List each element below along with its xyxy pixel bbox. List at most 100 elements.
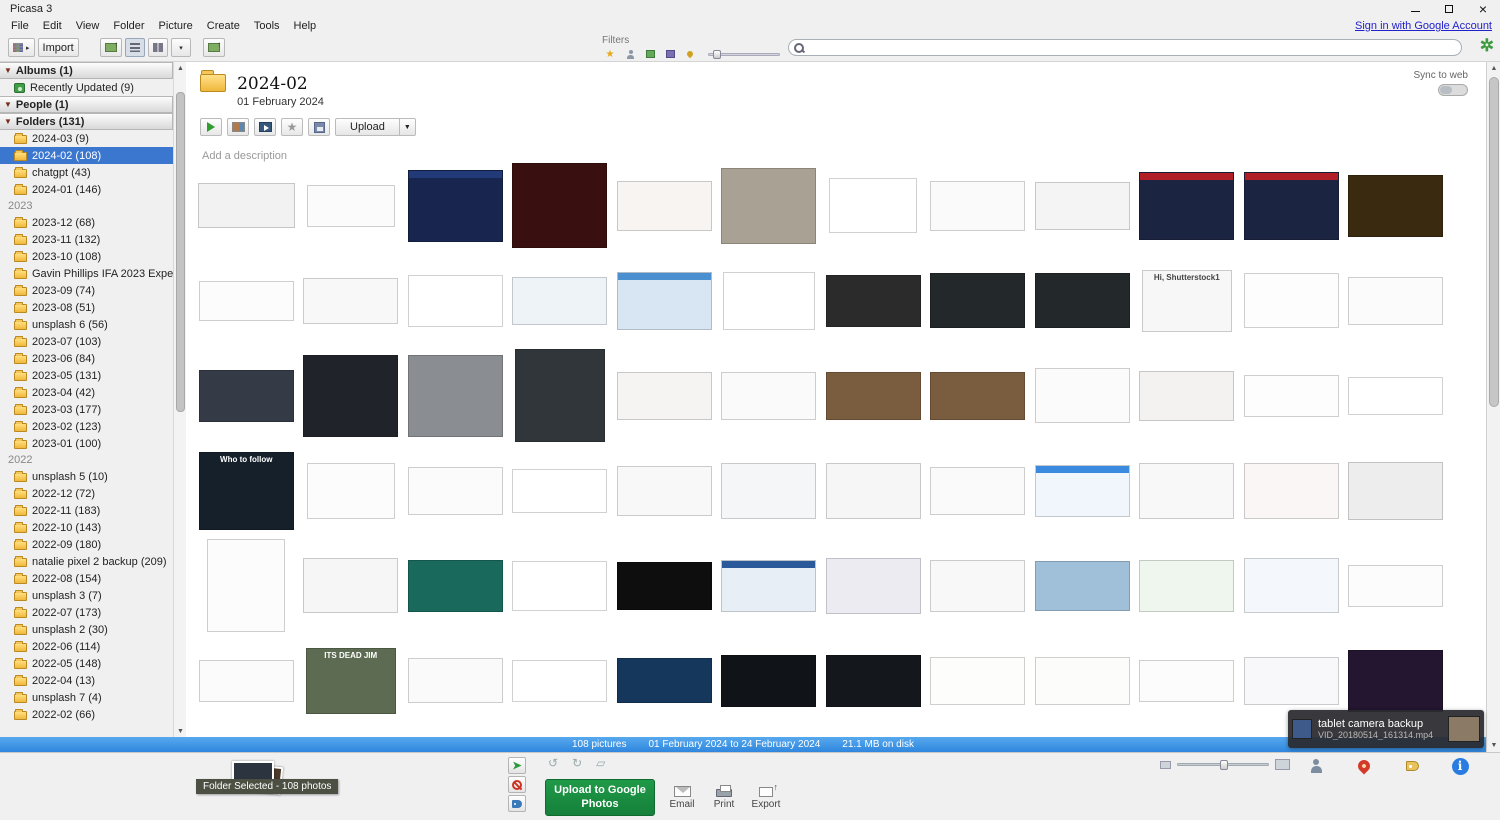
date-range-slider[interactable] — [708, 53, 780, 56]
sidebar-folder-item[interactable]: 2023-03 (177) — [0, 401, 173, 418]
menu-item-tools[interactable]: Tools — [247, 20, 287, 32]
slider-knob[interactable] — [713, 50, 721, 59]
photo-thumbnail[interactable] — [829, 178, 917, 233]
photo-thumbnail[interactable] — [1348, 462, 1443, 520]
photo-thumbnail[interactable] — [199, 281, 294, 321]
photo-thumbnail[interactable] — [512, 561, 607, 611]
sidebar-folder-item[interactable]: 2024-03 (9) — [0, 130, 173, 147]
albums-section-header[interactable]: ▼ Albums (1) — [0, 62, 173, 79]
sidebar-folder-item[interactable]: 2024-02 (108) — [0, 147, 173, 164]
scroll-down-icon[interactable]: ▼ — [1488, 739, 1500, 752]
sidebar-folder-item[interactable]: 2023-11 (132) — [0, 231, 173, 248]
main-scrollbar[interactable]: ▲ ▼ — [1486, 62, 1500, 752]
videos-filter-button[interactable] — [662, 47, 678, 61]
photo-thumbnail[interactable] — [303, 558, 398, 613]
places-panel-button[interactable] — [1353, 755, 1375, 777]
photo-thumbnail[interactable] — [512, 469, 607, 513]
photo-thumbnail[interactable] — [930, 657, 1025, 705]
photo-thumbnail[interactable] — [1035, 657, 1130, 705]
photo-thumbnail[interactable] — [198, 183, 295, 228]
photo-thumbnail[interactable] — [1244, 172, 1339, 240]
photo-thumbnail[interactable] — [1244, 375, 1339, 417]
sidebar-folder-item[interactable]: 2022-04 (13) — [0, 672, 173, 689]
photo-thumbnail[interactable] — [515, 349, 605, 442]
export-button[interactable]: Export — [744, 781, 788, 810]
starred-filter-button[interactable]: ★ — [602, 47, 618, 61]
photo-thumbnail[interactable] — [408, 355, 503, 437]
sidebar-folder-item[interactable]: 2022-08 (154) — [0, 570, 173, 587]
photo-thumbnail[interactable] — [930, 181, 1025, 231]
sidebar-folder-item[interactable]: chatgpt (43) — [0, 164, 173, 181]
photo-thumbnail[interactable] — [826, 463, 921, 519]
photo-thumbnail[interactable] — [930, 560, 1025, 612]
photo-thumbnail[interactable] — [408, 658, 503, 703]
view-options-dropdown[interactable]: ▾ — [171, 38, 191, 57]
photo-thumbnail[interactable] — [1348, 277, 1443, 325]
people-section-header[interactable]: ▼ People (1) — [0, 96, 173, 113]
photo-thumbnail[interactable] — [930, 467, 1025, 515]
photo-thumbnail[interactable] — [307, 463, 395, 519]
sidebar-item-recently-updated[interactable]: Recently Updated (9) — [0, 79, 173, 96]
sidebar-folder-item[interactable]: 2023-04 (42) — [0, 384, 173, 401]
photo-thumbnail[interactable] — [1035, 182, 1130, 230]
close-button[interactable]: × — [1466, 0, 1500, 18]
sidebar-folder-item[interactable]: natalie pixel 2 backup (209) — [0, 553, 173, 570]
minimize-button[interactable] — [1398, 0, 1432, 18]
geotag-filter-button[interactable] — [682, 47, 698, 61]
hold-selection-button[interactable] — [508, 795, 526, 812]
photo-thumbnail[interactable] — [930, 372, 1025, 420]
add-selection-button[interactable]: ➤ — [508, 757, 526, 774]
sidebar-folder-item[interactable]: 2023-09 (74) — [0, 282, 173, 299]
photo-thumbnail[interactable] — [826, 558, 921, 614]
photo-thumbnail[interactable] — [408, 560, 503, 612]
menu-item-create[interactable]: Create — [200, 20, 247, 32]
photo-thumbnail[interactable] — [1244, 558, 1339, 613]
photo-thumbnail[interactable] — [1348, 565, 1443, 607]
sidebar-folder-item[interactable]: 2023-02 (123) — [0, 418, 173, 435]
print-button[interactable]: Print — [702, 781, 746, 810]
scroll-up-icon[interactable]: ▲ — [1488, 62, 1500, 75]
email-button[interactable]: Email — [660, 781, 704, 810]
sidebar-folder-item[interactable]: 2023-06 (84) — [0, 350, 173, 367]
scroll-down-icon[interactable]: ▼ — [175, 725, 186, 737]
photo-thumbnail[interactable] — [1244, 657, 1339, 705]
upload-tool-button[interactable] — [203, 38, 225, 57]
crop-button[interactable]: ▱ — [596, 756, 605, 770]
photo-thumbnail[interactable] — [826, 372, 921, 420]
photo-thumbnail[interactable] — [1244, 463, 1339, 519]
upload-button[interactable]: Upload — [335, 118, 400, 136]
photo-thumbnail[interactable] — [408, 275, 503, 327]
photo-thumbnail[interactable] — [721, 168, 816, 244]
collage-button[interactable] — [227, 118, 249, 136]
properties-panel-button[interactable]: i — [1449, 755, 1471, 777]
slider-knob[interactable] — [1220, 760, 1228, 770]
photo-thumbnail[interactable]: Who to follow — [199, 452, 294, 530]
rotate-right-button[interactable]: ↻ — [572, 756, 582, 770]
sidebar-folder-item[interactable]: unsplash 3 (7) — [0, 587, 173, 604]
photo-thumbnail[interactable] — [303, 355, 398, 437]
photo-thumbnail[interactable] — [199, 660, 294, 702]
photo-thumbnail[interactable] — [1139, 371, 1234, 421]
photo-thumbnail[interactable] — [617, 466, 712, 516]
photo-thumbnail[interactable] — [721, 372, 816, 420]
sidebar-folder-item[interactable]: 2023-08 (51) — [0, 299, 173, 316]
photo-thumbnail[interactable] — [617, 181, 712, 231]
photo-viewer-icon[interactable]: ✲ — [1480, 36, 1494, 56]
photo-thumbnail[interactable] — [617, 658, 712, 703]
sync-toggle[interactable] — [1438, 84, 1468, 96]
rotate-left-button[interactable]: ↺ — [548, 756, 558, 770]
photo-thumbnail[interactable] — [1139, 172, 1234, 240]
thumbnail-size-slider[interactable] — [1177, 763, 1269, 766]
photo-thumbnail[interactable] — [1348, 175, 1443, 237]
sidebar-folder-item[interactable]: 2023-07 (103) — [0, 333, 173, 350]
photo-thumbnail[interactable] — [826, 275, 921, 327]
photo-thumbnail[interactable] — [617, 272, 712, 330]
photo-thumbnail[interactable] — [303, 278, 398, 324]
photo-thumbnail[interactable] — [1348, 377, 1443, 415]
photo-thumbnail[interactable] — [207, 539, 285, 632]
sidebar-folder-item[interactable]: 2024-01 (146) — [0, 181, 173, 198]
sidebar-folder-item[interactable]: 2023-05 (131) — [0, 367, 173, 384]
import-button[interactable]: Import — [38, 38, 79, 57]
tags-panel-button[interactable] — [1401, 755, 1423, 777]
slideshow-play-button[interactable] — [200, 118, 222, 136]
